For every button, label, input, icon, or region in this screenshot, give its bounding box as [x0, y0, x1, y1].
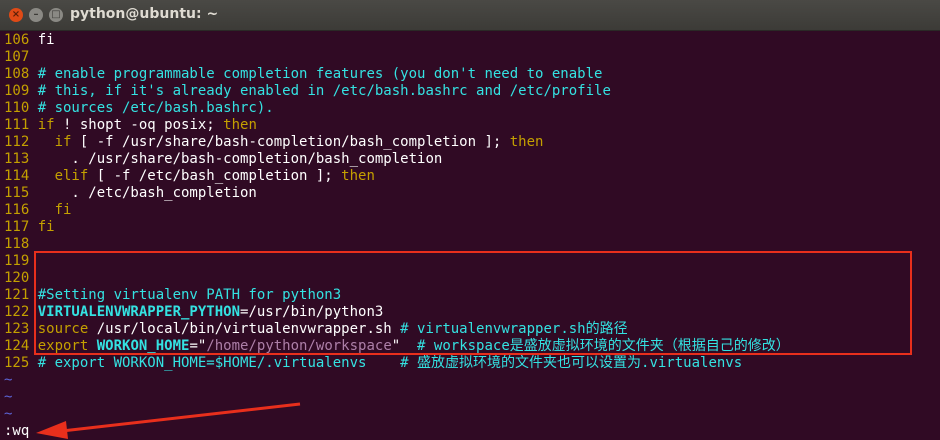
- annotation-arrow: [36, 402, 301, 439]
